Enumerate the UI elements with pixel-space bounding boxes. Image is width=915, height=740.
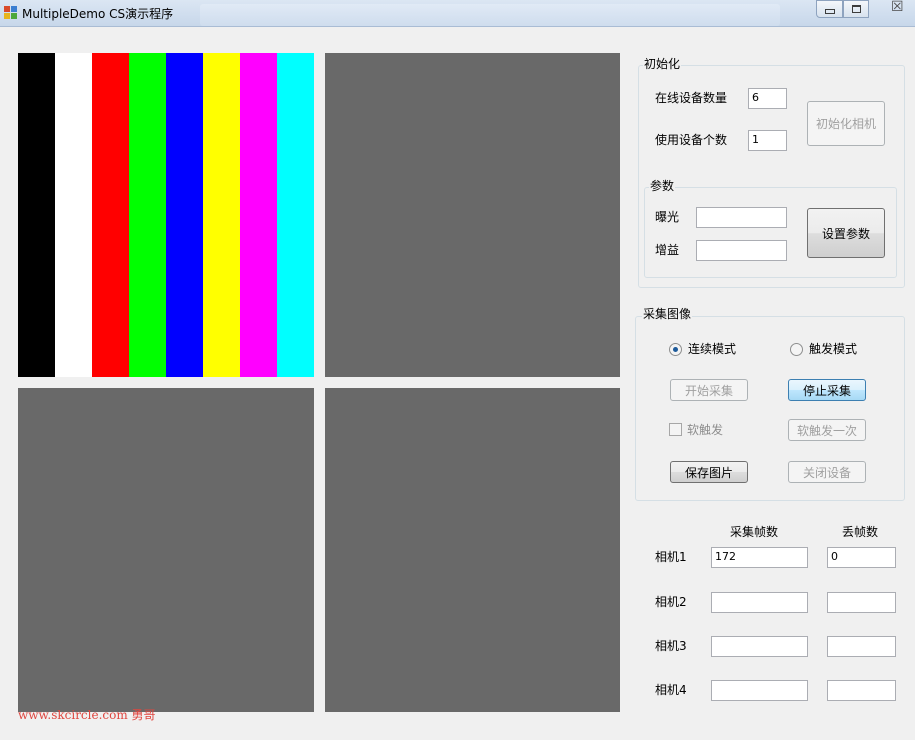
camera-label-4: 相机4 xyxy=(655,683,687,697)
close-icon: ☒ xyxy=(891,0,904,15)
trigger-mode-label[interactable]: 触发模式 xyxy=(809,342,857,356)
frames-column-header: 采集帧数 xyxy=(730,525,779,539)
camera-2-frames-field[interactable] xyxy=(711,592,808,613)
stop-capture-button[interactable]: 停止采集 xyxy=(788,379,866,401)
camera-4-frames-field[interactable] xyxy=(711,680,808,701)
params-group-title: 参数 xyxy=(649,179,676,193)
online-devices-label: 在线设备数量 xyxy=(655,91,728,105)
color-bar-test-pattern xyxy=(18,53,314,377)
title-bar: MultipleDemo CS演示程序 ☒ xyxy=(0,0,915,27)
maximize-icon xyxy=(852,5,861,13)
soft-trigger-checkbox[interactable] xyxy=(669,423,682,436)
app-icon xyxy=(4,6,18,20)
soft-trigger-label[interactable]: 软触发 xyxy=(687,423,723,437)
gain-field[interactable] xyxy=(696,240,787,261)
lost-frames-column-header: 丢帧数 xyxy=(842,525,879,539)
continuous-mode-radio[interactable] xyxy=(669,343,682,356)
camera-preview-2 xyxy=(325,53,620,377)
close-device-button[interactable]: 关闭设备 xyxy=(788,461,866,483)
minimize-icon xyxy=(825,9,835,14)
soft-trigger-once-button[interactable]: 软触发一次 xyxy=(788,419,866,441)
camera-3-frames-field[interactable] xyxy=(711,636,808,657)
camera-label-1: 相机1 xyxy=(655,550,687,564)
start-capture-button[interactable]: 开始采集 xyxy=(670,379,748,401)
capture-group-title: 采集图像 xyxy=(642,307,693,321)
set-params-button[interactable]: 设置参数 xyxy=(807,208,885,258)
window-title: MultipleDemo CS演示程序 xyxy=(22,7,174,21)
trigger-mode-radio[interactable] xyxy=(790,343,803,356)
gain-label: 增益 xyxy=(655,243,680,257)
save-image-button[interactable]: 保存图片 xyxy=(670,461,748,483)
color-bar-6 xyxy=(203,53,240,377)
maximize-button[interactable] xyxy=(843,0,869,18)
online-devices-field[interactable]: 6 xyxy=(748,88,787,109)
use-devices-field[interactable]: 1 xyxy=(748,130,787,151)
color-bar-8 xyxy=(277,53,314,377)
use-devices-label: 使用设备个数 xyxy=(655,133,728,147)
background-window-tab xyxy=(200,4,780,26)
color-bar-4 xyxy=(129,53,166,377)
watermark-text: www.skcircle.com 勇哥 xyxy=(18,708,156,722)
camera-preview-3 xyxy=(18,388,314,712)
camera-label-3: 相机3 xyxy=(655,639,687,653)
camera-2-lost-field[interactable] xyxy=(827,592,896,613)
camera-1-frames-field[interactable]: 172 xyxy=(711,547,808,568)
color-bar-1 xyxy=(18,53,55,377)
camera-preview-4 xyxy=(325,388,620,712)
color-bar-2 xyxy=(55,53,92,377)
exposure-field[interactable] xyxy=(696,207,787,228)
minimize-button[interactable] xyxy=(816,0,843,18)
camera-4-lost-field[interactable] xyxy=(827,680,896,701)
camera-1-lost-field[interactable]: 0 xyxy=(827,547,896,568)
color-bar-3 xyxy=(92,53,129,377)
init-camera-button[interactable]: 初始化相机 xyxy=(807,101,885,146)
camera-label-2: 相机2 xyxy=(655,595,687,609)
close-button[interactable]: ☒ xyxy=(875,0,915,18)
exposure-label: 曝光 xyxy=(655,210,680,224)
continuous-mode-label[interactable]: 连续模式 xyxy=(688,342,736,356)
camera-3-lost-field[interactable] xyxy=(827,636,896,657)
camera-preview-1 xyxy=(18,53,314,377)
color-bar-5 xyxy=(166,53,203,377)
init-group-title: 初始化 xyxy=(643,57,682,71)
color-bar-7 xyxy=(240,53,277,377)
